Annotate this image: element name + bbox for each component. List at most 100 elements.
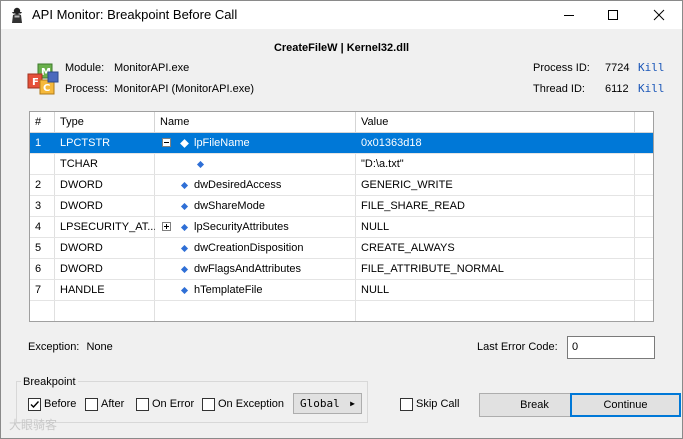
table-row[interactable]: 2 DWORD dwDesiredAccess GENERIC_WRITE xyxy=(30,175,653,196)
table-row[interactable]: 6 DWORD dwFlagsAndAttributes FILE_ATTRIBUTE… xyxy=(30,259,653,280)
row-name: lpFileName xyxy=(194,137,250,149)
row-number: 5 xyxy=(35,242,42,254)
row-type: TCHAR xyxy=(60,158,98,170)
global-menu-button[interactable]: Global ▶ xyxy=(293,393,362,414)
parameter-diamond-icon xyxy=(180,286,189,295)
function-title: CreateFileW | Kernel32.dll xyxy=(273,42,410,54)
kill-process-link[interactable]: Kill xyxy=(638,61,665,74)
before-checkbox[interactable] xyxy=(28,398,41,411)
exception-label-text: Exception: xyxy=(28,341,80,353)
row-number: 3 xyxy=(35,200,42,212)
row-type: LPSECURITY_AT... xyxy=(60,221,155,233)
row-type: DWORD xyxy=(60,242,103,254)
svg-text:C: C xyxy=(43,83,50,94)
table-row[interactable]: 1 LPCTSTR lpFileName 0x01363d18 xyxy=(30,133,653,154)
on-exception-label[interactable]: On Exception xyxy=(218,398,284,410)
parameters-grid[interactable]: # Type Name Value 1 LPCTSTR lpFileName 0x01… xyxy=(29,111,654,322)
last-error-code-input[interactable]: 0 xyxy=(567,336,655,359)
row-value[interactable]: CREATE_ALWAYS xyxy=(356,238,634,259)
table-row[interactable]: TCHAR "D:\a.txt" xyxy=(30,154,653,175)
parameter-diamond-icon xyxy=(180,202,189,211)
before-label[interactable]: Before xyxy=(44,398,76,410)
table-row[interactable]: 4 LPSECURITY_AT... lpSecurityAttributes NUL… xyxy=(30,217,653,238)
after-label[interactable]: After xyxy=(101,398,124,410)
parameter-diamond-icon xyxy=(180,265,189,274)
process-label: Process: xyxy=(65,83,108,95)
collapse-icon[interactable] xyxy=(162,138,171,147)
row-number: 1 xyxy=(35,137,42,149)
breakpoint-group-title: Breakpoint xyxy=(21,376,78,388)
row-value[interactable]: FILE_ATTRIBUTE_NORMAL xyxy=(356,259,634,280)
maximize-icon xyxy=(608,10,618,20)
row-value[interactable]: NULL xyxy=(356,280,634,301)
close-button[interactable] xyxy=(637,1,681,29)
row-value[interactable]: "D:\a.txt" xyxy=(356,154,634,175)
minimize-button[interactable] xyxy=(547,1,591,29)
column-header-value[interactable]: Value xyxy=(356,112,635,133)
row-value[interactable]: 0x01363d18 xyxy=(356,133,634,154)
row-value[interactable]: FILE_SHARE_READ xyxy=(356,196,634,217)
close-icon xyxy=(653,9,665,21)
table-row[interactable]: 3 DWORD dwShareMode FILE_SHARE_READ xyxy=(30,196,653,217)
row-number: 2 xyxy=(35,179,42,191)
row-name: dwShareMode xyxy=(194,200,265,212)
kill-thread-link[interactable]: Kill xyxy=(638,82,665,95)
module-value: MonitorAPI.exe xyxy=(114,62,190,74)
row-type: HANDLE xyxy=(60,284,105,296)
checkmark-icon xyxy=(30,401,40,409)
process-id-value: 7724 xyxy=(605,62,630,74)
breakpoint-dialog: API Monitor: Breakpoint Before Call Crea… xyxy=(0,0,683,439)
parameter-diamond-icon xyxy=(180,223,189,232)
row-name: dwCreationDisposition xyxy=(194,242,304,254)
app-spy-icon xyxy=(12,7,22,23)
svg-text:F: F xyxy=(32,77,39,88)
row-type: LPCTSTR xyxy=(60,137,111,149)
minimize-icon xyxy=(564,15,574,16)
row-type: DWORD xyxy=(60,200,103,212)
skip-call-checkbox[interactable] xyxy=(400,398,413,411)
row-name xyxy=(189,154,354,175)
exception-label: Exception: None xyxy=(28,341,113,353)
row-number xyxy=(30,154,55,175)
row-name: dwDesiredAccess xyxy=(194,179,282,191)
table-row[interactable]: 5 DWORD dwCreationDisposition CREATE_ALWAYS xyxy=(30,238,653,259)
module-cubes-icon: M F C xyxy=(27,63,59,95)
parameter-diamond-icon xyxy=(180,244,189,253)
skip-call-label[interactable]: Skip Call xyxy=(416,398,459,410)
on-error-checkbox[interactable] xyxy=(136,398,149,411)
title-bar[interactable]: API Monitor: Breakpoint Before Call xyxy=(1,1,682,29)
thread-id-label: Thread ID: xyxy=(533,83,585,95)
row-name: dwFlagsAndAttributes xyxy=(194,263,301,275)
exception-value: None xyxy=(86,341,113,353)
process-value: MonitorAPI (MonitorAPI.exe) xyxy=(114,83,254,95)
on-exception-checkbox[interactable] xyxy=(202,398,215,411)
column-header-number[interactable]: # xyxy=(30,112,55,133)
parameter-diamond-icon xyxy=(180,181,189,190)
parameter-diamond-icon xyxy=(180,139,189,148)
column-header-name[interactable]: Name xyxy=(155,112,356,133)
row-name: lpSecurityAttributes xyxy=(194,221,289,233)
thread-id-value: 6112 xyxy=(605,83,629,95)
grid-header: # Type Name Value xyxy=(30,112,653,133)
maximize-button[interactable] xyxy=(591,1,635,29)
row-value[interactable]: NULL xyxy=(356,217,634,238)
continue-button[interactable]: Continue xyxy=(570,393,681,417)
table-row[interactable]: 7 HANDLE hTemplateFile NULL xyxy=(30,280,653,301)
row-number: 4 xyxy=(35,221,42,233)
process-id-label: Process ID: xyxy=(533,62,590,74)
expand-icon[interactable] xyxy=(162,222,171,231)
row-type: DWORD xyxy=(60,179,103,191)
watermark: 大眼骑客 xyxy=(9,418,58,432)
triangle-right-icon: ▶ xyxy=(350,399,355,408)
last-error-code-label: Last Error Code: xyxy=(477,341,558,353)
row-value[interactable]: GENERIC_WRITE xyxy=(356,175,634,196)
row-number: 6 xyxy=(35,263,42,275)
global-label: Global xyxy=(300,397,340,410)
window-title: API Monitor: Breakpoint Before Call xyxy=(32,7,238,22)
row-number: 7 xyxy=(35,284,42,296)
row-name: hTemplateFile xyxy=(194,284,263,296)
on-error-label[interactable]: On Error xyxy=(152,398,194,410)
module-label: Module: xyxy=(65,62,105,74)
column-header-type[interactable]: Type xyxy=(55,112,155,133)
after-checkbox[interactable] xyxy=(85,398,98,411)
